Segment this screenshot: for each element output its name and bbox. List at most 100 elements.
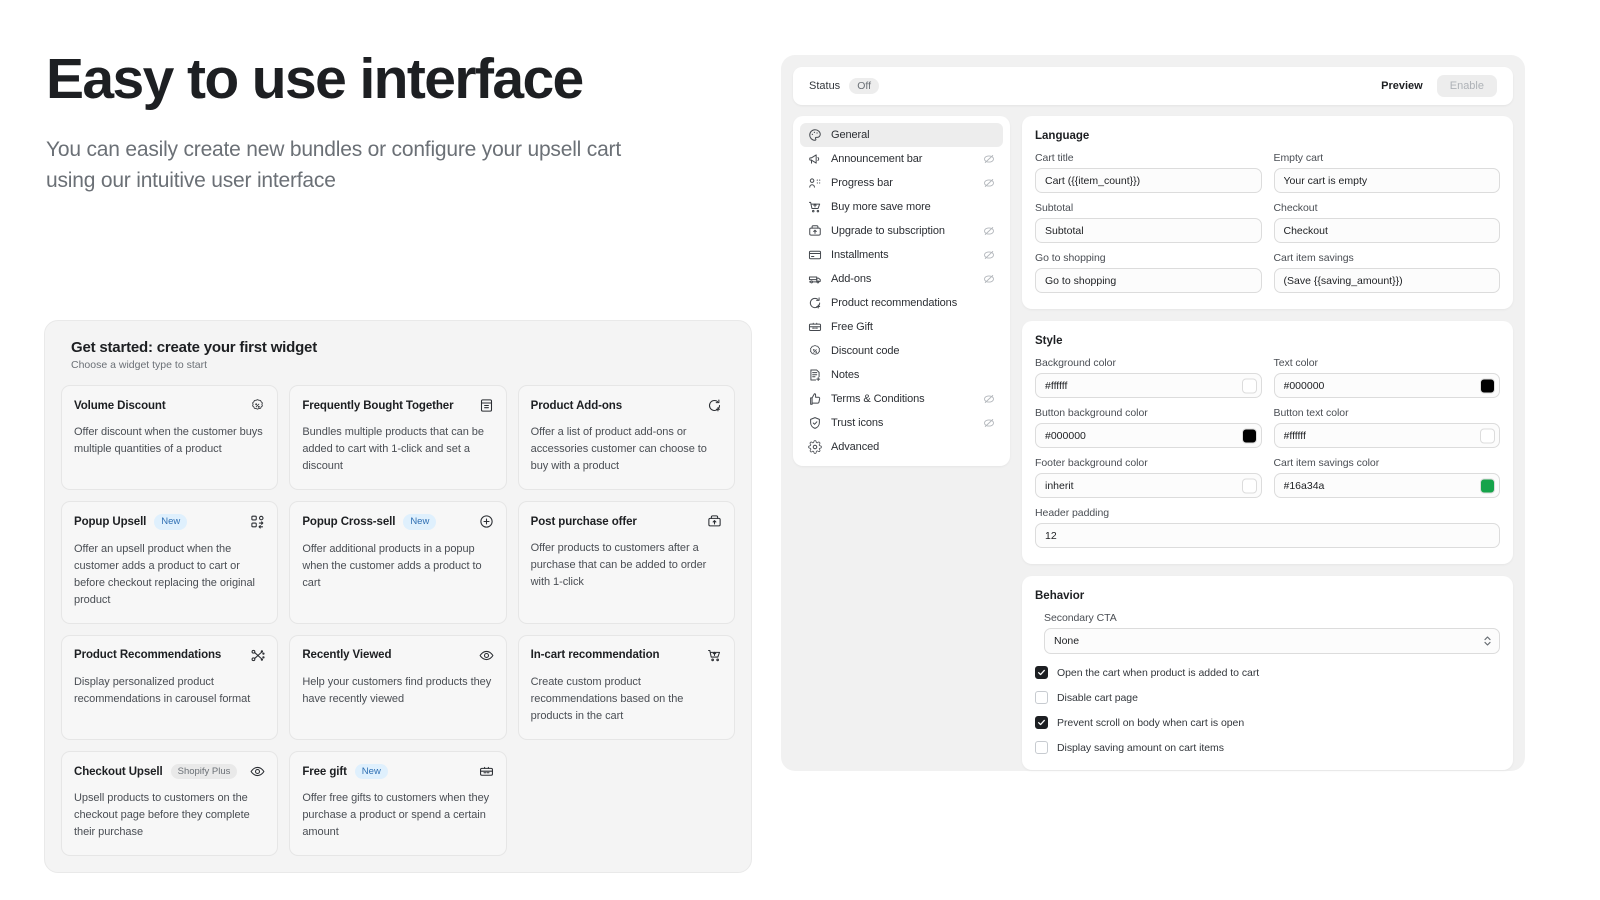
widget-card-description: Offer a list of product add-ons or acces… <box>530 426 707 473</box>
style-color-field: Cart item savings color <box>1273 457 1500 498</box>
checkbox-label: Disable cart page <box>1057 691 1138 704</box>
checkbox[interactable] <box>1035 716 1048 729</box>
secondary-cta-select[interactable]: None <box>1044 628 1500 654</box>
widget-card-description: Help your customers find products they h… <box>302 675 492 705</box>
sidebar-item-upgrade-to-subscription[interactable]: Upgrade to subscription <box>800 219 1003 243</box>
popup-upsell-icon <box>250 514 265 529</box>
header-padding-input[interactable] <box>1035 523 1500 548</box>
checkbox-label: Display saving amount on cart items <box>1057 741 1224 754</box>
widget-card[interactable]: Recently Viewed Help your customers find … <box>289 634 507 740</box>
widget-card-title: Post purchase offer <box>530 515 637 528</box>
widget-card[interactable]: Frequently Bought Together Bundles multip… <box>289 385 507 491</box>
behavior-checkbox-row[interactable]: Open the cart when product is added to c… <box>1035 666 1500 679</box>
sidebar-item-trust-icons[interactable]: Trust icons <box>800 411 1003 435</box>
color-hex-input[interactable] <box>1273 473 1500 498</box>
color-hex-input[interactable] <box>1035 423 1262 448</box>
color-hex-input[interactable] <box>1273 373 1500 398</box>
sidebar-item-free-gift[interactable]: Free Gift <box>800 315 1003 339</box>
widget-card[interactable]: Volume Discount Offer discount when the c… <box>61 385 279 491</box>
style-color-field: Text color <box>1273 357 1500 398</box>
editor-body: General Announcement bar Progress bar Buy m… <box>793 116 1513 770</box>
widget-card-title: Popup Cross-sell <box>302 515 396 528</box>
enable-button[interactable]: Enable <box>1436 75 1497 97</box>
sidebar-item-announcement-bar[interactable]: Announcement bar <box>800 147 1003 171</box>
checkbox-label: Open the cart when product is added to c… <box>1057 666 1260 679</box>
language-input[interactable] <box>1273 168 1500 193</box>
sidebar-item-terms-conditions[interactable]: Terms & Conditions <box>800 387 1003 411</box>
sidebar-item-add-ons[interactable]: Add-ons <box>800 267 1003 291</box>
eye-icon <box>479 648 494 663</box>
secondary-cta-label: Secondary CTA <box>1044 612 1117 624</box>
widget-card[interactable]: Popup Upsell New Offer an upsell product w… <box>61 501 279 624</box>
language-input[interactable] <box>1273 268 1500 293</box>
sidebar-item-discount-code[interactable]: Discount code <box>800 339 1003 363</box>
editor-topbar: Status Off Preview Enable <box>793 67 1513 105</box>
color-hex-input[interactable] <box>1035 473 1262 498</box>
widget-card[interactable]: In-cart recommendation Create custom prod… <box>517 634 735 740</box>
checkbox[interactable] <box>1035 666 1048 679</box>
discount-badge-icon <box>808 344 822 358</box>
language-input[interactable] <box>1273 218 1500 243</box>
upgrade-subscription-icon <box>707 514 722 529</box>
discount-badge-icon <box>250 398 265 413</box>
sidebar-item-label: Notes <box>831 369 860 381</box>
widget-card[interactable]: Product Add-ons Offer a list of product a… <box>517 385 735 491</box>
language-input[interactable] <box>1035 268 1262 293</box>
color-swatch[interactable] <box>1241 378 1257 393</box>
language-input[interactable] <box>1035 168 1262 193</box>
widget-card-title: Checkout Upsell <box>74 765 163 778</box>
widget-badge: New <box>403 514 437 530</box>
color-swatch[interactable] <box>1241 428 1257 443</box>
widget-card-header: Popup Upsell New <box>74 514 265 530</box>
widget-card[interactable]: Popup Cross-sell New Offer additional prod… <box>289 501 507 624</box>
megaphone-icon <box>808 152 822 166</box>
color-input-wrap <box>1273 373 1500 398</box>
sidebar-item-advanced[interactable]: Advanced <box>800 435 1003 459</box>
color-hex-input[interactable] <box>1035 373 1262 398</box>
style-color-field: Button text color <box>1273 407 1500 448</box>
behavior-checkbox-list: Open the cart when product is added to c… <box>1035 666 1500 754</box>
sidebar-item-installments[interactable]: Installments <box>800 243 1003 267</box>
color-swatch[interactable] <box>1480 428 1495 443</box>
widget-card-description: Display personalized product recommendat… <box>74 675 251 705</box>
widget-card-header: Product Recommendations <box>74 648 265 663</box>
widget-card-description: Offer products to customers after a purc… <box>530 542 707 589</box>
widget-card[interactable]: Product Recommendations Display personali… <box>61 634 279 740</box>
color-swatch[interactable] <box>1480 478 1495 493</box>
color-hex-input[interactable] <box>1273 423 1500 448</box>
archive-box-icon <box>479 398 494 413</box>
field-label: Button text color <box>1273 407 1349 419</box>
sidebar-item-product-recommendations[interactable]: Product recommendations <box>800 291 1003 315</box>
sidebar-item-progress-bar[interactable]: Progress bar <box>800 171 1003 195</box>
field-label: Text color <box>1273 357 1318 369</box>
sidebar-item-label: Terms & Conditions <box>831 393 925 405</box>
behavior-checkbox-row[interactable]: Prevent scroll on body when cart is open <box>1035 716 1500 729</box>
field-label: Go to shopping <box>1035 252 1106 264</box>
upgrade-subscription-icon <box>808 224 822 238</box>
secondary-cta-select-wrap: None <box>1044 628 1500 654</box>
widget-card[interactable]: Post purchase offer Offer products to cus… <box>517 501 735 624</box>
language-input[interactable] <box>1035 218 1262 243</box>
behavior-checkbox-row[interactable]: Disable cart page <box>1035 691 1500 704</box>
widget-card[interactable]: Checkout Upsell Shopify Plus Upsell produc… <box>61 750 279 857</box>
widget-card[interactable]: Free gift New Offer free gifts to customer… <box>289 750 507 857</box>
sidebar-item-notes[interactable]: Notes <box>800 363 1003 387</box>
checkbox[interactable] <box>1035 691 1048 704</box>
widget-card-header: Checkout Upsell Shopify Plus <box>74 763 265 780</box>
hidden-eye-icon <box>983 417 995 429</box>
get-started-panel: Get started: create your first widget Ch… <box>44 320 752 874</box>
language-card: Language Cart title Empty cart Subtotal Che… <box>1022 116 1513 309</box>
language-field: Empty cart <box>1273 152 1500 193</box>
color-swatch[interactable] <box>1480 378 1495 393</box>
sidebar-item-general[interactable]: General <box>800 123 1003 147</box>
thumbs-up-icon <box>808 392 822 406</box>
color-swatch[interactable] <box>1241 478 1257 493</box>
preview-button[interactable]: Preview <box>1381 80 1423 92</box>
gift-icon <box>479 764 494 779</box>
behavior-checkbox-row[interactable]: Display saving amount on cart items <box>1035 741 1500 754</box>
hidden-eye-icon <box>983 153 995 165</box>
hidden-eye-icon <box>983 249 995 261</box>
style-color-field: Button background color <box>1035 407 1262 448</box>
sidebar-item-buy-more-save-more[interactable]: Buy more save more <box>800 195 1003 219</box>
checkbox[interactable] <box>1035 741 1048 754</box>
